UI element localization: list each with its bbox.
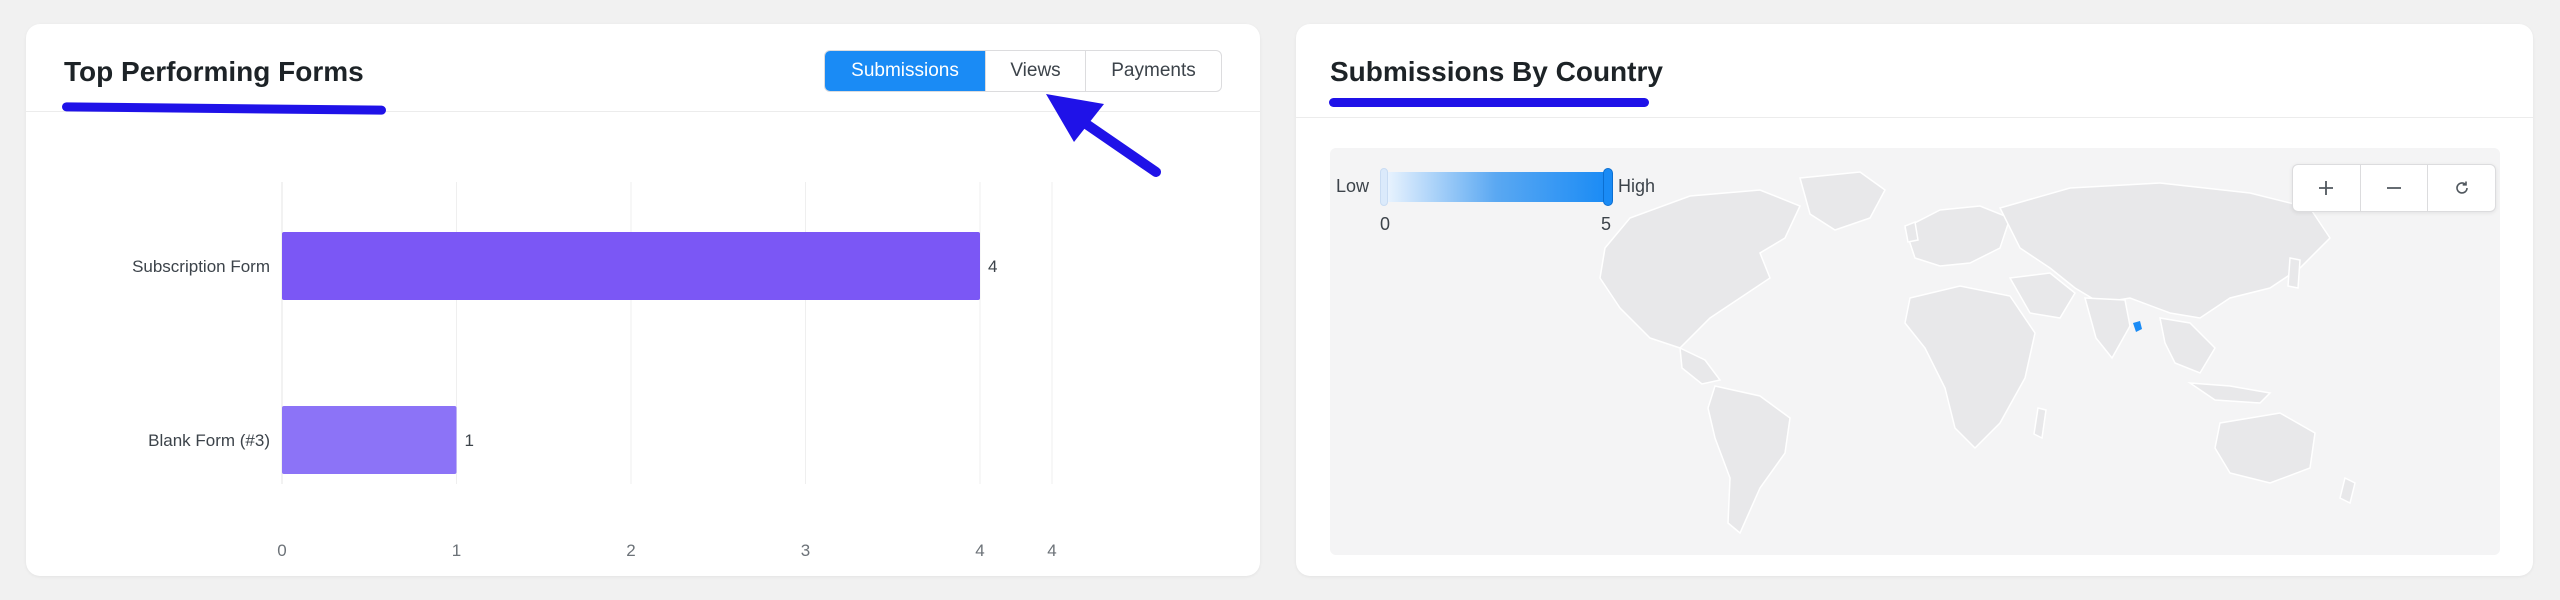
x-tick-label: 4 [975, 541, 984, 560]
top-forms-header: Top Performing Forms Submissions Views P… [26, 24, 1260, 115]
top-forms-card: Top Performing Forms Submissions Views P… [26, 24, 1260, 576]
map-highlight-bangladesh [2133, 321, 2142, 332]
legend-max-handle[interactable] [1603, 168, 1613, 206]
tab-submissions[interactable]: Submissions [825, 51, 985, 91]
title-underline-annotation [1329, 98, 1649, 107]
country-card: Submissions By Country Low High 0 5 [1296, 24, 2533, 576]
map-north-america [1599, 189, 1802, 349]
tab-views[interactable]: Views [985, 51, 1085, 91]
zoom-in-button[interactable] [2293, 165, 2360, 211]
world-map-area[interactable]: Low High 0 5 [1330, 148, 2500, 555]
legend-min-value: 0 [1380, 214, 1391, 234]
country-header: Submissions By Country [1296, 24, 2533, 118]
tab-payments[interactable]: Payments [1085, 51, 1221, 91]
bar [282, 232, 980, 300]
map-africa [1904, 285, 2036, 450]
data-label: 4 [988, 257, 997, 276]
category-label: Subscription Form [132, 257, 270, 276]
map-southeast-asia [2159, 317, 2216, 374]
data-label: 1 [465, 431, 474, 450]
map-japan [2287, 257, 2301, 289]
country-title: Submissions By Country [1330, 56, 1663, 87]
map-europe [1904, 205, 2011, 267]
legend-max-value: 5 [1601, 214, 1612, 234]
reset-zoom-button[interactable] [2427, 165, 2495, 211]
legend-gradient-bar [1385, 172, 1607, 202]
x-tick-label: 1 [452, 541, 461, 560]
map-uk [1904, 220, 1919, 243]
legend-low-label: Low [1336, 176, 1370, 196]
map-india [2084, 297, 2131, 360]
metric-tabs: Submissions Views Payments [824, 50, 1222, 92]
x-tick-label: 4 [1047, 541, 1056, 560]
x-tick-label: 0 [277, 541, 286, 560]
x-tick-label: 3 [801, 541, 810, 560]
plus-icon [2319, 181, 2334, 195]
map-greenland [1799, 171, 1886, 231]
map-central-america [1679, 346, 1722, 385]
minus-icon [2387, 187, 2401, 189]
zoom-out-button[interactable] [2359, 165, 2428, 211]
map-south-america [1707, 385, 1791, 535]
legend-min-handle[interactable] [1380, 168, 1388, 206]
map-new-zealand [2339, 476, 2356, 505]
map-indonesia [2187, 382, 2272, 404]
category-label: Blank Form (#3) [148, 431, 270, 450]
x-tick-label: 2 [626, 541, 635, 560]
map-australia [2214, 412, 2316, 484]
top-forms-title: Top Performing Forms [64, 56, 364, 87]
top-forms-bar-chart: 0 1 2 3 4 4 Subscription Form 4 Blank Form (#3) 1 [132, 182, 1057, 560]
legend-high-label: High [1618, 176, 1656, 196]
map-zoom-controls [2292, 164, 2496, 212]
bar [282, 406, 457, 474]
map-madagascar [2033, 407, 2047, 440]
refresh-icon [2455, 181, 2468, 194]
